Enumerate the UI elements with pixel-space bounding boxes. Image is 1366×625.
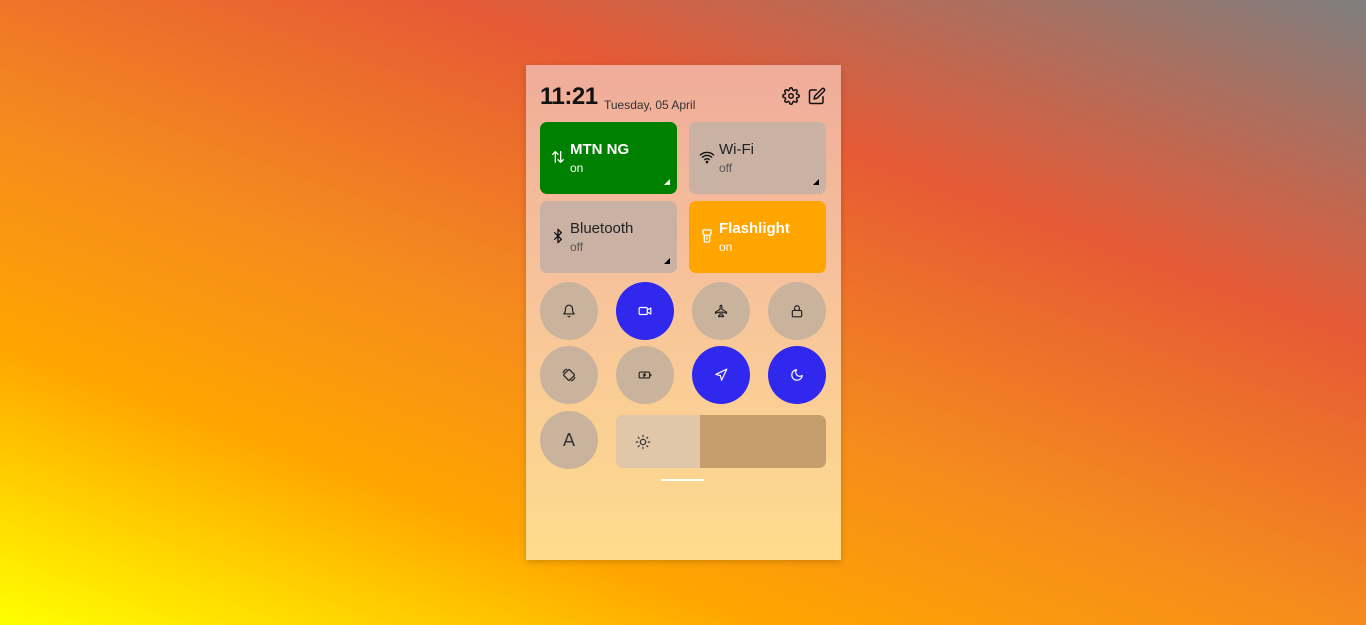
flashlight-icon [699, 228, 715, 244]
bluetooth-icon [550, 228, 566, 244]
wifi-icon [699, 149, 715, 165]
rotate-toggle[interactable] [540, 346, 598, 404]
airplane-toggle[interactable] [692, 282, 750, 340]
font-size-toggle[interactable]: A [540, 411, 598, 469]
bluetooth-tile[interactable]: Bluetooth off [540, 201, 677, 273]
moon-toggle[interactable] [768, 346, 826, 404]
lock-toggle[interactable] [768, 282, 826, 340]
video-camera-icon [638, 306, 652, 316]
gear-icon[interactable] [782, 87, 800, 105]
tile-state: on [719, 240, 733, 254]
tile-state: off [719, 161, 733, 175]
moon-icon [791, 369, 803, 381]
location-toggle[interactable] [692, 346, 750, 404]
mobile-data-tile[interactable]: MTN NG on [540, 122, 677, 194]
battery-saver-icon [638, 371, 652, 379]
control-center-panel: 11:21 Tuesday, 05 April MTN NG on Wi-Fi … [526, 65, 841, 560]
expand-corner-icon [813, 179, 819, 185]
tile-name: MTN NG [570, 141, 630, 158]
bell-icon [563, 304, 575, 318]
font-letter: A [562, 429, 576, 451]
expand-corner-icon [664, 258, 670, 264]
tile-state: off [570, 240, 584, 254]
wifi-tile[interactable]: Wi-Fi off [689, 122, 826, 194]
brightness-fill [616, 415, 700, 468]
clock-time: 11:21 [540, 83, 598, 110]
date-label: Tuesday, 05 April [604, 98, 696, 112]
tile-name: Bluetooth [570, 220, 634, 237]
video-camera-toggle[interactable] [616, 282, 674, 340]
drag-handle[interactable] [661, 479, 704, 481]
flashlight-tile[interactable]: Flashlight on [689, 201, 826, 273]
battery-saver-toggle[interactable] [616, 346, 674, 404]
rotate-icon [562, 368, 576, 382]
mobile-data-icon [550, 149, 566, 165]
tile-state: on [570, 161, 584, 175]
tile-name: Wi-Fi [719, 141, 754, 158]
bell-toggle[interactable] [540, 282, 598, 340]
edit-icon[interactable] [808, 87, 826, 105]
expand-corner-icon [664, 179, 670, 185]
tile-name: Flashlight [719, 220, 790, 237]
status-header: 11:21 Tuesday, 05 April [540, 83, 827, 115]
airplane-icon [714, 304, 728, 318]
lock-icon [791, 305, 803, 318]
brightness-slider[interactable] [616, 415, 826, 468]
location-icon [715, 368, 728, 381]
sun-icon [635, 434, 651, 450]
